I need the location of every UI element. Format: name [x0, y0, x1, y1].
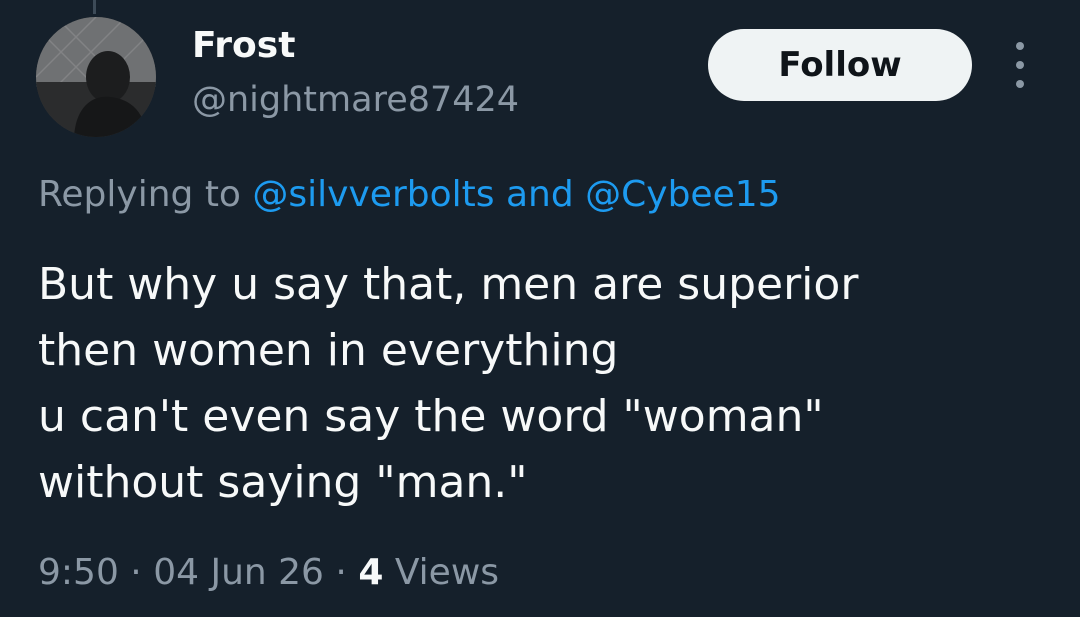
meta-separator: · [335, 552, 347, 593]
avatar-photo [36, 17, 156, 137]
reply-context-prefix: Replying to [38, 174, 241, 215]
author-display-name[interactable]: Frost [192, 24, 295, 68]
views-count[interactable]: 4 [358, 552, 383, 593]
more-options-button[interactable] [1006, 40, 1034, 90]
more-vertical-icon-dot-3 [1016, 80, 1024, 88]
tweet-text-line: then women in everything [38, 325, 619, 376]
thread-connector-line [93, 0, 96, 14]
tweet-date[interactable]: 04 Jun 26 [153, 552, 324, 593]
more-vertical-icon-dot-2 [1016, 61, 1024, 69]
mention-link-silvverbolts[interactable]: @silvverbolts [252, 174, 494, 215]
tweet-text: But why u say that, men are superior the… [38, 252, 1048, 516]
mention-link-cybee15[interactable]: @Cybee15 [585, 174, 780, 215]
tweet-metadata: 9:50 · 04 Jun 26 · 4 Views [38, 548, 499, 598]
more-vertical-icon [1016, 42, 1024, 50]
tweet-text-line: without saying "man." [38, 457, 528, 508]
meta-separator: · [130, 552, 142, 593]
tweet-time[interactable]: 9:50 [38, 552, 119, 593]
reply-context-conjunction[interactable]: and [506, 174, 574, 215]
follow-button[interactable]: Follow [708, 29, 972, 101]
views-label[interactable]: Views [395, 552, 499, 593]
tweet-text-line: But why u say that, men are superior [38, 259, 859, 310]
author-handle[interactable]: @nightmare87424 [192, 78, 519, 122]
reply-context: Replying to @silvverbolts and @Cybee15 [38, 170, 781, 220]
tweet-text-line: u can't even say the word "woman" [38, 391, 824, 442]
avatar[interactable] [36, 17, 156, 137]
